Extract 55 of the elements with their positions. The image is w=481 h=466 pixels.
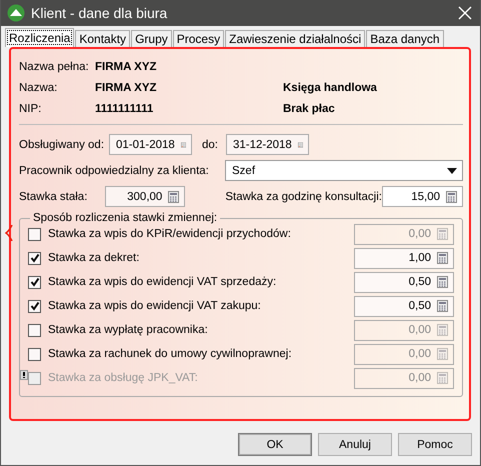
close-icon[interactable] — [458, 6, 472, 20]
calculator-icon[interactable] — [437, 300, 448, 312]
field-value: FIRMA XYZ — [95, 81, 158, 96]
field-label: Stawka stała: — [19, 190, 88, 202]
field-label: do: — [202, 138, 216, 150]
status-text: Brak płac — [283, 102, 336, 117]
dialog-button[interactable]: Pomoc — [398, 433, 472, 456]
bracket-mark-icon — [5, 225, 13, 241]
amount-field[interactable]: 0,50 — [354, 296, 454, 316]
employee-dropdown[interactable]: Szef — [225, 160, 463, 181]
window-title: Klient - dane dla biura — [31, 5, 168, 21]
calculator-icon[interactable] — [437, 252, 448, 264]
tab[interactable]: Zawieszenie działalności — [225, 30, 366, 47]
field-label: NIP: — [19, 102, 42, 117]
field-value: FIRMA XYZ — [95, 60, 158, 75]
tab[interactable]: Rozliczenia — [5, 28, 74, 47]
calculator-icon[interactable] — [437, 276, 448, 288]
amount-field[interactable]: 1,00 — [354, 248, 454, 268]
checkbox-label: Stawka za wpis do KPiR/ewidencji przychodów: — [48, 228, 292, 240]
status-text: Księga handlowa — [283, 81, 378, 96]
group-title: Sposób rozliczenia stawki zmiennej: — [32, 212, 218, 224]
field-label: Obsługiwany od: — [19, 138, 106, 150]
tab[interactable]: Baza danych — [366, 30, 444, 47]
date-field[interactable]: 01-01-2018 — [109, 134, 192, 155]
tab[interactable]: Grupy — [131, 30, 172, 47]
checkbox-label: Stawka za wpis do ewidencji VAT sprzedaży: — [48, 276, 278, 288]
field-value: 1111111111 — [95, 102, 154, 117]
checkbox[interactable] — [28, 252, 41, 264]
checkbox-label: Stawka za obsługę JPK_VAT: — [48, 372, 199, 384]
tab[interactable]: Kontakty — [75, 30, 130, 47]
checkbox-label: Stawka za dekret: — [48, 252, 140, 264]
calculator-icon[interactable] — [168, 190, 180, 202]
calculator-icon[interactable] — [446, 190, 457, 202]
field-label: Nazwa pełna: — [19, 60, 90, 75]
app-logo-icon — [7, 4, 25, 22]
field-label: Stawka za godzinę konsultacji: — [225, 190, 382, 202]
checkbox[interactable] — [28, 348, 41, 360]
amount-field[interactable]: 15,00 — [382, 186, 463, 207]
dialog-button[interactable]: OK — [238, 433, 312, 456]
field-label: Nazwa: — [19, 81, 58, 96]
warning-icon — [20, 370, 28, 380]
checkbox[interactable] — [28, 324, 41, 336]
dialog-button[interactable]: Anuluj — [318, 433, 392, 456]
checkbox-label: Stawka za wpis do ewidencji VAT zakupu: — [48, 300, 262, 312]
checkbox-label: Stawka za rachunek do umowy cywilnoprawnej: — [48, 348, 293, 360]
date-field[interactable]: 31-12-2018 — [226, 134, 309, 155]
checkbox-label: Stawka za wypłatę pracownika: — [48, 324, 209, 336]
checkbox[interactable] — [28, 300, 41, 312]
tab[interactable]: Procesy — [172, 30, 224, 47]
checkbox[interactable] — [28, 276, 41, 288]
field-label: Pracownik odpowiedzialny za klienta: — [19, 164, 210, 176]
dropdown-arrow-icon — [447, 168, 457, 174]
amount-field[interactable]: 300,00 — [105, 186, 186, 207]
checkbox[interactable] — [28, 228, 41, 240]
amount-field[interactable]: 0,50 — [354, 272, 454, 292]
